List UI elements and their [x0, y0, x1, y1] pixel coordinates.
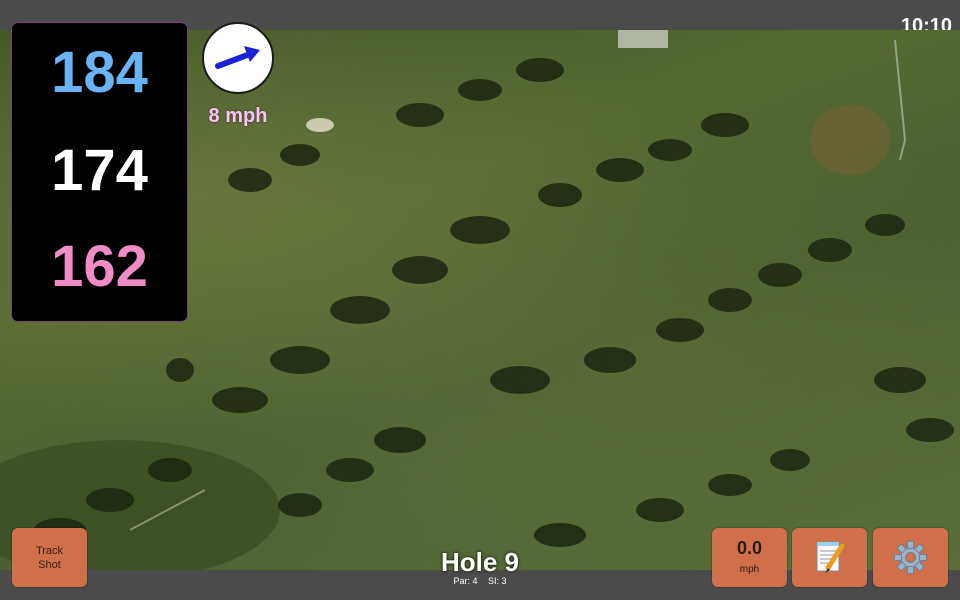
wind-direction-indicator: [202, 22, 274, 94]
middle-distance: 174: [51, 138, 148, 203]
hole-meta: Par: 4 SI: 3: [380, 576, 580, 587]
notepad-pencil-icon: [816, 541, 845, 573]
hole-title: Hole 9: [440, 547, 520, 577]
speed-unit: mph: [739, 564, 760, 575]
wind-speed: 8 mph: [208, 105, 268, 127]
distance-panel: 184 174 162: [11, 22, 188, 322]
speed-button[interactable]: 0.0 mph: [712, 528, 787, 587]
wind-arrow-icon: [215, 46, 260, 69]
gear-icon: [894, 541, 927, 574]
settings-button[interactable]: [873, 528, 948, 587]
speed-value: 0.0: [736, 538, 763, 558]
hole-stroke-index: SI: 3: [488, 576, 507, 586]
back-distance: 184: [51, 40, 148, 105]
track-shot-label: Track Shot: [35, 545, 64, 571]
notes-button[interactable]: [792, 528, 867, 587]
front-distance: 162: [51, 234, 148, 299]
hole-par: Par: 4: [453, 576, 478, 586]
track-shot-button[interactable]: Track Shot: [12, 528, 87, 587]
